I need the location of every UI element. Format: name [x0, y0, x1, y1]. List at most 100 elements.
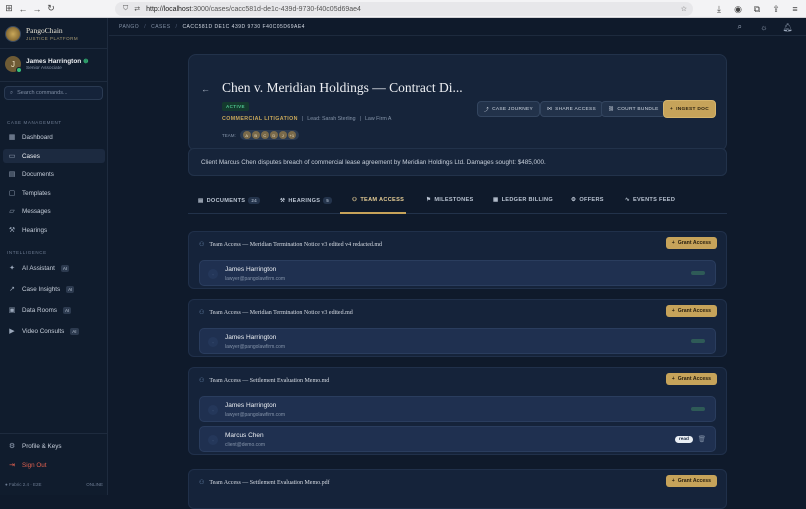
activity-icon: ∿ [625, 197, 630, 203]
nav-label: Messages [22, 207, 51, 215]
users-icon: ⚇ [199, 480, 205, 486]
tab-team-access[interactable]: ⚇ TEAM ACCESS [352, 197, 404, 203]
sign-out-button[interactable]: ⇥ Sign Out [3, 458, 105, 472]
member-name: James Harrington [225, 402, 277, 409]
sidebar-item-dashboard[interactable]: ▦ Dashboard [3, 130, 105, 144]
button-label: Grant Access [677, 478, 711, 484]
tab-count: 5 [323, 197, 333, 204]
brand-logo [5, 26, 21, 42]
sidebar-item-cases[interactable]: ▭ Cases [3, 149, 105, 163]
sidebar-item-case-insights[interactable]: ↗ Case Insights AI [3, 282, 105, 296]
tab-documents[interactable]: ▤ DOCUMENTS 24 [198, 197, 260, 204]
tab-label: DOCUMENTS [206, 197, 246, 204]
theme-icon[interactable]: ☼ [757, 20, 771, 34]
grant-access-button[interactable]: + Grant Access [665, 237, 717, 249]
court-bundle-button[interactable]: ⛓ COURT BUNDLE [601, 101, 666, 117]
users-icon: ⚇ [199, 378, 205, 384]
network-status: ● Fabric 2.4 · E2E [5, 482, 42, 487]
tab-label: OFFERS [579, 197, 604, 203]
active-tab-indicator [340, 212, 406, 214]
avatar: A [242, 131, 251, 139]
section-title: Team Access — Meridian Termination Notic… [209, 241, 383, 248]
nav-label: Case Insights [22, 285, 61, 293]
member-name: James Harrington [225, 266, 277, 273]
trash-icon[interactable]: 🗑︎ [698, 435, 706, 443]
member-row: ◦ Marcus Chen client@demo.com read 🗑︎ [199, 426, 716, 452]
grant-access-button[interactable]: + Grant Access [665, 475, 717, 487]
sidebar-item-ai-assistant[interactable]: ✦ AI Assistant AI [3, 261, 105, 275]
tab-ledger-billing[interactable]: ▦ LEDGER BILLING [493, 197, 553, 203]
tab-events-feed[interactable]: ∿ EVENTS FEED [625, 197, 675, 203]
tab-label: HEARINGS [288, 197, 321, 204]
team-avatars[interactable]: A B C D J +1 [239, 130, 299, 140]
nav-label: Hearings [22, 226, 48, 234]
plus-icon: + [671, 308, 675, 314]
brand-name: PangoChain [26, 26, 63, 35]
bookmark-star-icon[interactable]: ☆ [681, 5, 687, 13]
command-search-input[interactable]: ⌕ Search commands... [4, 86, 103, 100]
sidebar-item-templates[interactable]: ▢ Templates [3, 186, 105, 200]
account-icon[interactable]: ◉ [731, 2, 745, 16]
nav-label: Data Rooms [22, 306, 57, 314]
users-icon: ⚇ [352, 197, 358, 203]
nav-label: Profile & Keys [22, 442, 62, 450]
back-icon[interactable]: ← [16, 2, 30, 16]
case-lead: Lead: Sarah Sterling [307, 116, 356, 122]
team-access-section: ⚇ Team Access — Settlement Evaluation Mem… [188, 469, 727, 509]
url-host: http://localhost [146, 5, 192, 13]
nav-label: Video Consults [22, 327, 65, 335]
search-icon[interactable]: ⌕ [733, 20, 747, 34]
team-access-section: ⚇ Team Access — Meridian Termination Noti… [188, 299, 727, 357]
breadcrumb-pango[interactable]: PANGO [119, 24, 139, 30]
sidebar-item-hearings[interactable]: ⚒ Hearings [3, 223, 105, 237]
button-label: CASE JOURNEY [492, 106, 534, 112]
button-label: SHARE ACCESS [555, 106, 597, 112]
button-label: Grant Access [677, 308, 711, 314]
forward-icon[interactable]: → [30, 2, 44, 16]
team-row: TEAM: A B C D J +1 [222, 130, 299, 140]
share-access-button[interactable]: ⋈ SHARE ACCESS [540, 101, 604, 117]
ingest-doc-button[interactable]: + INGEST DOC [663, 100, 716, 118]
avatar: B [251, 131, 260, 139]
grid-icon: ▦ [8, 134, 16, 141]
grant-access-button[interactable]: + Grant Access [665, 305, 717, 317]
sidebar-item-messages[interactable]: ▱ Messages [3, 204, 105, 218]
sidebar-item-data-rooms[interactable]: ▣ Data Rooms AI [3, 303, 105, 317]
section-case-management: CASE MANAGEMENT [7, 120, 62, 125]
sidebar-item-documents[interactable]: ▤ Documents [3, 167, 105, 181]
menu-icon[interactable]: ⊞ [2, 2, 16, 16]
users-icon: ⚇ [199, 310, 205, 316]
share-icon[interactable]: ⇪ [769, 2, 783, 16]
grant-access-button[interactable]: + Grant Access [665, 373, 717, 385]
reload-icon[interactable]: ↻ [44, 2, 58, 16]
section-title: Team Access — Settlement Evaluation Memo… [209, 479, 330, 486]
user-card[interactable]: J James Harrington ⊛ Senior Associate [3, 52, 105, 76]
bell-icon[interactable]: 🔔︎ [781, 20, 795, 34]
trend-icon: ↗ [9, 286, 15, 293]
tab-milestones[interactable]: ⚑ MILESTONES [426, 197, 474, 203]
sidebar-item-video-consults[interactable]: ▶ Video Consults AI [3, 324, 105, 338]
member-email: client@demo.com [225, 442, 266, 448]
folder-icon: ▭ [8, 153, 16, 160]
back-arrow-icon[interactable]: ← [201, 84, 210, 94]
case-meta: COMMERCIAL LITIGATION | Lead: Sarah Sterl… [222, 116, 392, 122]
tab-hearings[interactable]: ⚒ HEARINGS 5 [280, 197, 333, 204]
member-row: ◦ James Harrington lawyer@pangolawfirm.c… [199, 328, 716, 354]
hamburger-icon[interactable]: ≡ [788, 2, 802, 16]
document-icon: ▤ [198, 197, 204, 204]
user-icon: ◦ [208, 269, 218, 279]
download-icon[interactable]: ⤓ [712, 2, 726, 16]
gavel-icon: ⚒ [8, 227, 16, 234]
breadcrumb-cases[interactable]: CASES [151, 24, 170, 30]
logout-icon: ⇥ [9, 462, 15, 469]
permission-badge: read [674, 436, 693, 443]
extensions-icon[interactable]: ⧉ [750, 2, 764, 16]
tab-label: EVENTS FEED [633, 197, 676, 203]
member-email: lawyer@pangolawfirm.com [225, 344, 286, 350]
profile-keys-link[interactable]: ⚙ Profile & Keys [3, 439, 105, 453]
search-placeholder: Search commands... [17, 90, 68, 96]
tab-offers[interactable]: ⚙ OFFERS [571, 197, 604, 203]
url-bar[interactable]: ⛉ ⇄ http://localhost:3000/cases/cacc581d… [115, 2, 693, 16]
brand-subtitle: JUSTICE PLATFORM [26, 36, 79, 41]
case-journey-button[interactable]: ⤴ CASE JOURNEY [477, 101, 541, 117]
